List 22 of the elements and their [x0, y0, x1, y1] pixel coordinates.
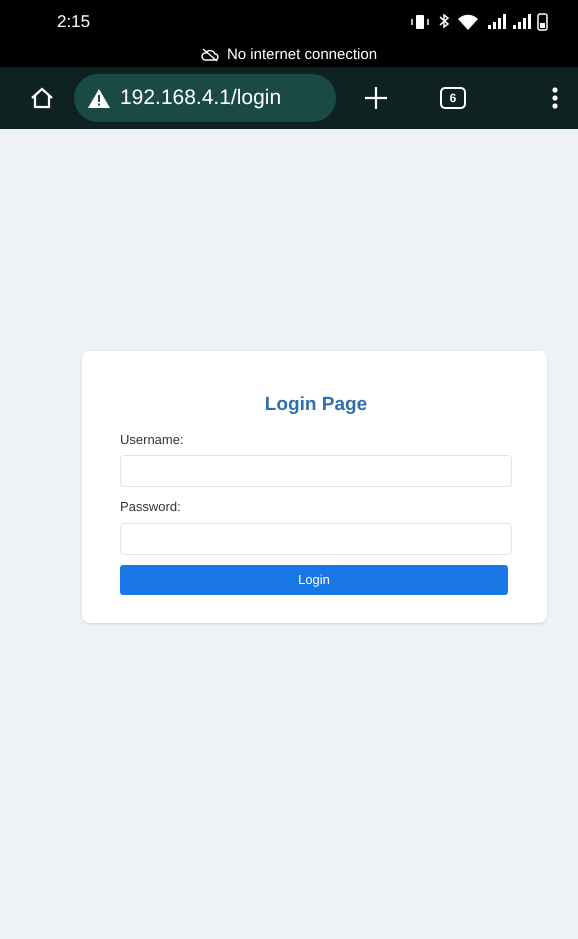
address-bar[interactable]: 192.168.4.1/login	[74, 74, 336, 122]
bluetooth-icon	[440, 13, 450, 28]
url-text: 192.168.4.1/login	[120, 85, 282, 112]
vibrate-icon	[411, 14, 429, 28]
login-title: Login Page	[264, 393, 368, 417]
wifi-icon	[458, 14, 478, 30]
field-label: Password:	[120, 498, 182, 516]
signal-icon	[513, 14, 531, 28]
battery-icon	[537, 12, 548, 30]
clock-time: 2:15	[57, 10, 90, 33]
menu-icon[interactable]	[552, 87, 558, 109]
signal-icon	[488, 14, 506, 28]
input-field[interactable]	[120, 522, 512, 554]
plus-icon[interactable]	[364, 86, 388, 110]
input-field[interactable]	[120, 455, 512, 487]
connection-notice: No internet connection	[226, 44, 378, 65]
cloud-off-icon	[200, 48, 219, 62]
login-button[interactable]: Login	[120, 564, 508, 594]
field-label: Username:	[120, 430, 185, 448]
home-icon[interactable]	[30, 87, 54, 109]
warning-icon	[88, 88, 110, 108]
tab-count[interactable]: 6	[440, 87, 466, 109]
